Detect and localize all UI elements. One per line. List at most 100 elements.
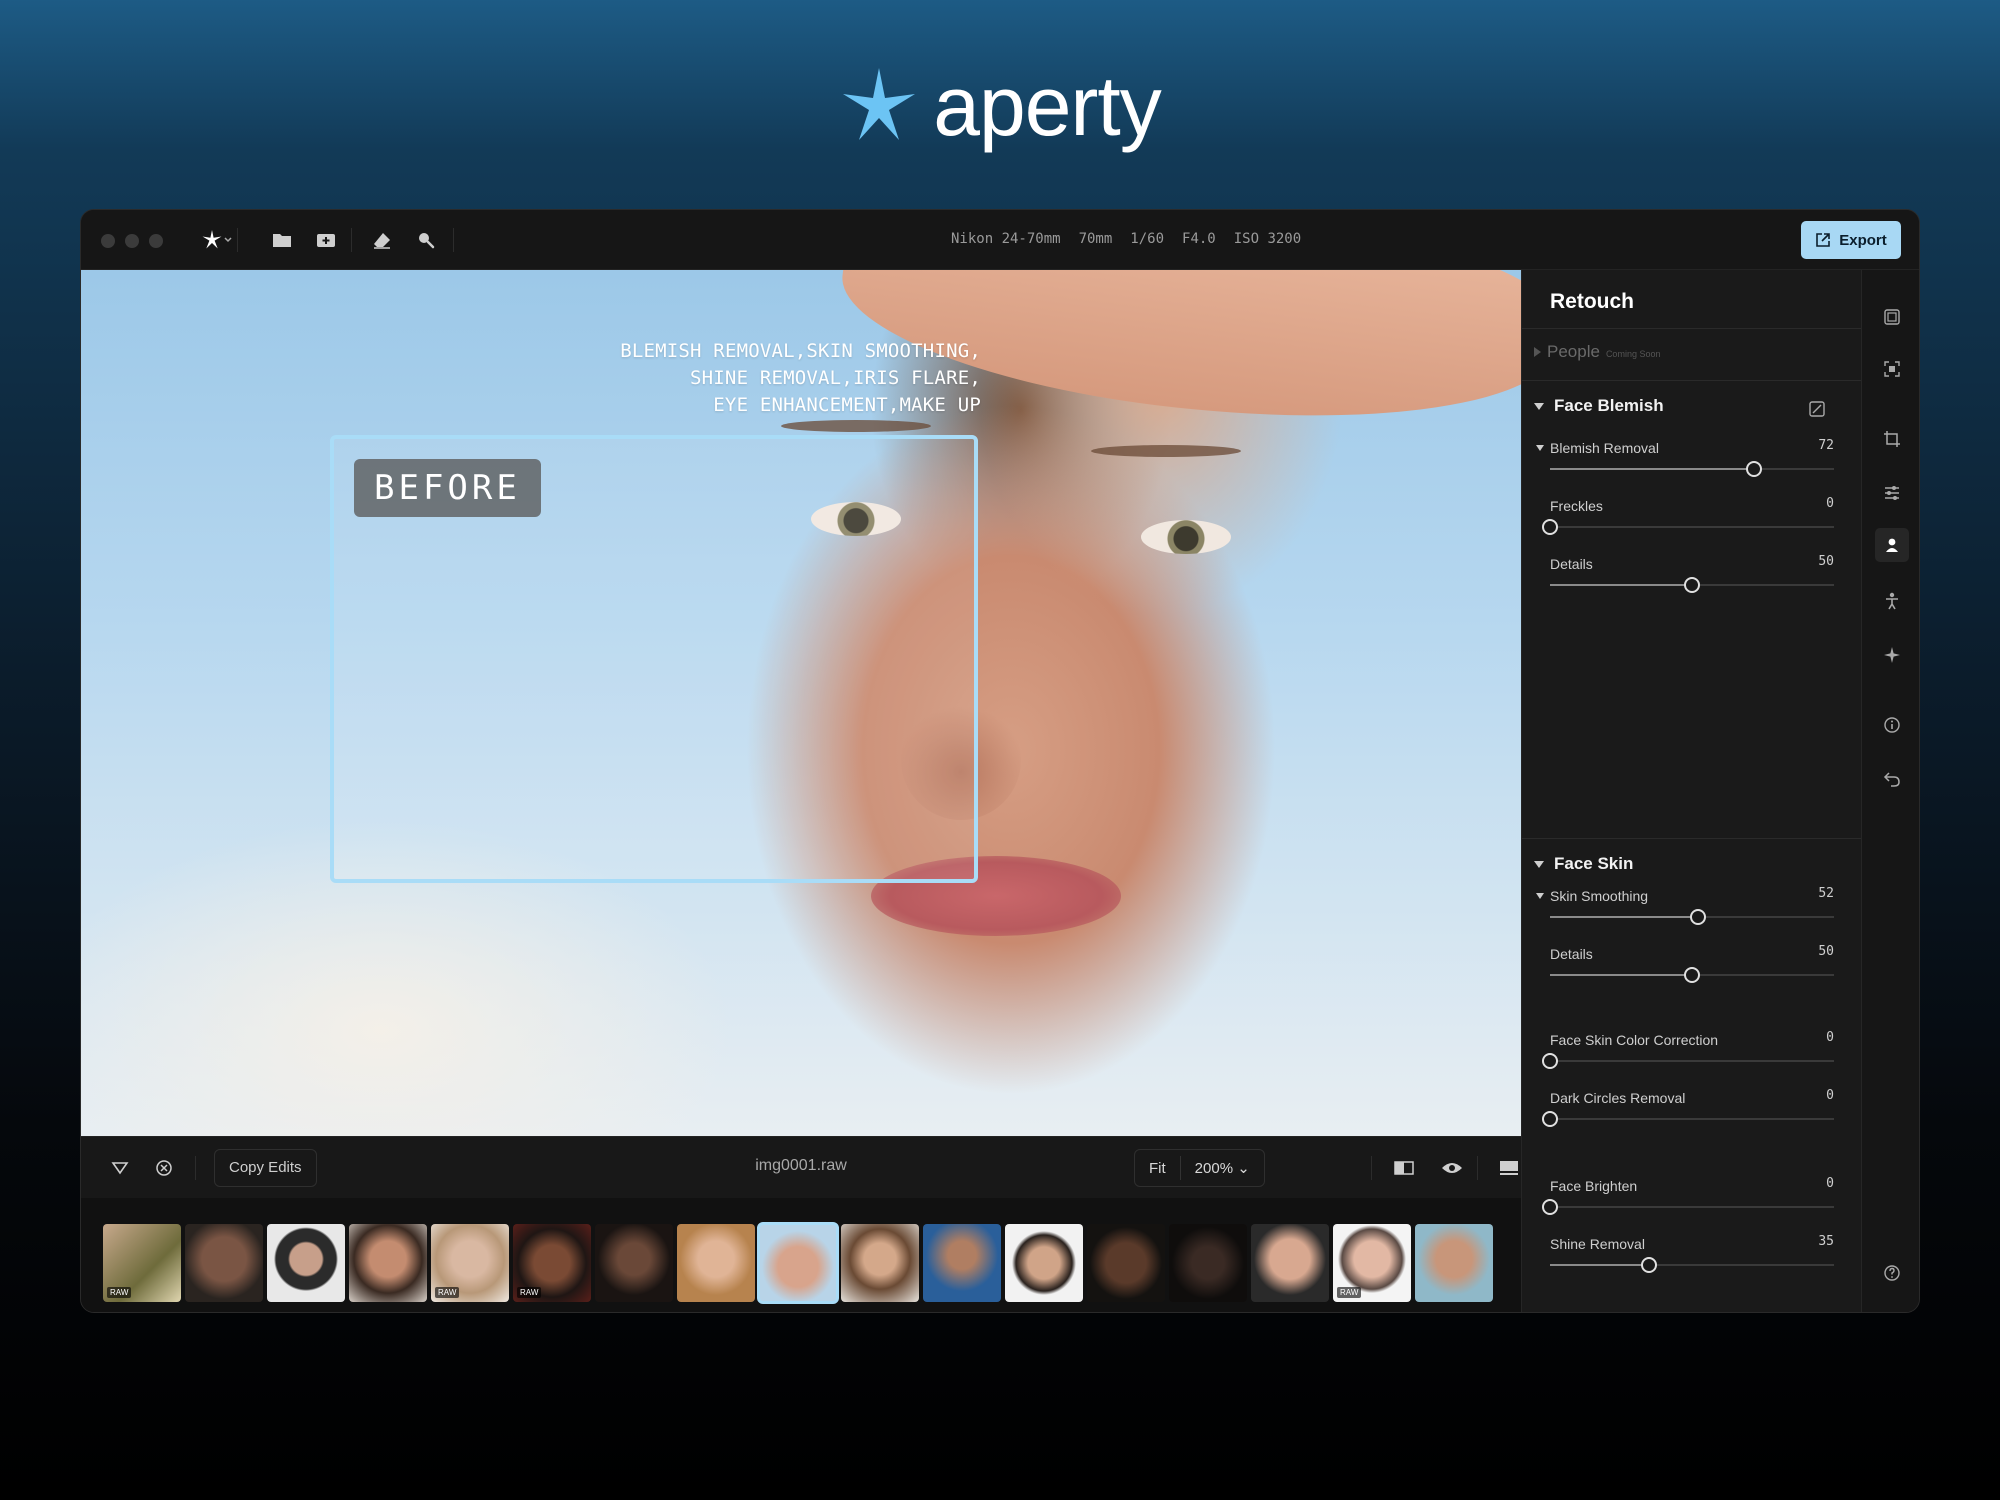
slider-face-skin-color-correction[interactable]: Face Skin Color Correction 0	[1542, 1030, 1834, 1076]
body-icon[interactable]	[1879, 588, 1905, 614]
slider-value: 50	[1818, 554, 1834, 569]
slider-value: 50	[1818, 944, 1834, 959]
slider-dark-circles-removal[interactable]: Dark Circles Removal 0	[1542, 1088, 1834, 1134]
feature-list-overlay: BLEMISH REMOVAL,SKIN SMOOTHING, SHINE RE…	[561, 338, 981, 419]
slider-label: Details	[1550, 946, 1593, 962]
thumbnail[interactable]	[267, 1224, 345, 1302]
slider-face-brighten[interactable]: Face Brighten 0	[1542, 1176, 1834, 1222]
thumbnail[interactable]	[1415, 1224, 1493, 1302]
panel-title: Retouch	[1550, 290, 1634, 313]
maximize-window-button[interactable]	[149, 234, 163, 248]
eraser-icon[interactable]	[369, 227, 395, 253]
help-icon[interactable]	[1879, 1260, 1905, 1286]
undo-icon[interactable]	[1879, 766, 1905, 792]
thumbnail[interactable]	[595, 1224, 673, 1302]
feature-line: EYE ENHANCEMENT,MAKE UP	[713, 394, 981, 416]
filmstrip-toggle-icon[interactable]	[1499, 1155, 1519, 1181]
app-window: Nikon 24-70mm 70mm 1/60 F4.0 ISO 3200 Ex…	[80, 209, 1920, 1313]
face-blemish-header[interactable]: Face Blemish	[1534, 396, 1664, 416]
lens-meta: Nikon 24-70mm	[951, 231, 1061, 247]
slider-knob[interactable]	[1542, 1111, 1558, 1127]
export-button[interactable]: Export	[1801, 221, 1901, 259]
before-label: BEFORE	[354, 459, 541, 517]
slider-knob[interactable]	[1684, 577, 1700, 593]
slider-label: Dark Circles Removal	[1550, 1090, 1686, 1106]
thumbnail-selected[interactable]	[757, 1222, 839, 1304]
import-icon[interactable]	[313, 227, 339, 253]
thumbnail[interactable]	[349, 1224, 427, 1302]
panel-divider	[1522, 328, 1861, 329]
slider-label: Skin Smoothing	[1535, 888, 1649, 904]
select-subject-icon[interactable]	[1879, 356, 1905, 382]
retouch-panel: Retouch People Coming Soon Face Blemish …	[1521, 270, 1861, 1312]
slider-knob[interactable]	[1641, 1257, 1658, 1273]
aperture-meta: F4.0	[1182, 231, 1216, 247]
people-section-header: People Coming Soon	[1534, 342, 1660, 362]
slider-freckles[interactable]: Freckles 0	[1542, 496, 1834, 542]
slider-track[interactable]	[1550, 1118, 1834, 1120]
slider-value: 35	[1818, 1234, 1834, 1249]
zoom-select[interactable]: 200% ⌄	[1181, 1159, 1264, 1177]
folder-icon[interactable]	[269, 227, 295, 253]
portrait-icon[interactable]	[1875, 528, 1909, 562]
slider-value: 52	[1818, 886, 1834, 901]
slider-blemish-removal[interactable]: Blemish Removal 72	[1536, 438, 1834, 484]
copy-edits-button[interactable]: Copy Edits	[214, 1149, 317, 1187]
reject-icon[interactable]	[151, 1155, 177, 1181]
sparkle-icon[interactable]	[1879, 642, 1905, 668]
slider-track[interactable]	[1550, 526, 1834, 528]
slider-track[interactable]	[1550, 1060, 1834, 1062]
thumbnail[interactable]: RAW	[513, 1224, 591, 1302]
tools-rail	[1861, 270, 1919, 1312]
thumbnail[interactable]	[185, 1224, 263, 1302]
thumbnail[interactable]	[1087, 1224, 1165, 1302]
slider-details[interactable]: Details 50	[1550, 554, 1834, 600]
slider-knob[interactable]	[1542, 1053, 1558, 1069]
bottom-toolbar: Copy Edits img0001.raw Fit 200% ⌄	[81, 1136, 1521, 1198]
toolbar-divider	[351, 228, 352, 252]
thumbnail[interactable]	[1005, 1224, 1083, 1302]
brand-header: aperty	[0, 56, 2000, 156]
thumbnail[interactable]: RAW	[103, 1224, 181, 1302]
fit-button[interactable]: Fit	[1135, 1160, 1180, 1177]
panel-divider	[1522, 380, 1861, 381]
slider-knob[interactable]	[1689, 909, 1706, 925]
adjust-icon[interactable]	[1879, 480, 1905, 506]
slider-knob[interactable]	[1542, 519, 1558, 535]
slider-knob[interactable]	[1746, 461, 1763, 477]
brush-edit-icon[interactable]	[1808, 400, 1826, 423]
info-icon[interactable]	[1879, 712, 1905, 738]
thumbnail[interactable]: RAW	[431, 1224, 509, 1302]
before-comparison-frame[interactable]: BEFORE	[330, 435, 978, 883]
raw-badge: RAW	[517, 1287, 542, 1298]
compare-split-icon[interactable]	[1391, 1155, 1417, 1181]
photo-brow-shape	[781, 420, 931, 432]
slider-shine-removal[interactable]: Shine Removal 35	[1550, 1234, 1834, 1280]
thumbnail[interactable]	[923, 1224, 1001, 1302]
thumbnail[interactable]	[1169, 1224, 1247, 1302]
slider-knob[interactable]	[1684, 967, 1700, 983]
thumbnail[interactable]	[841, 1224, 919, 1302]
filter-icon[interactable]	[107, 1155, 133, 1181]
zoom-search-icon[interactable]	[413, 227, 439, 253]
slider-label: Shine Removal	[1550, 1236, 1645, 1252]
thumbnail[interactable]	[1251, 1224, 1329, 1302]
chevron-down-icon[interactable]	[221, 227, 235, 253]
camera-metadata: Nikon 24-70mm 70mm 1/60 F4.0 ISO 3200	[951, 231, 1301, 247]
thumbnail[interactable]: RAW	[1333, 1224, 1411, 1302]
image-canvas[interactable]: BLEMISH REMOVAL,SKIN SMOOTHING, SHINE RE…	[81, 270, 1521, 1136]
slider-skin-smoothing[interactable]: Skin Smoothing 52	[1535, 886, 1834, 932]
preview-eye-icon[interactable]	[1439, 1155, 1465, 1181]
slider-details[interactable]: Details 50	[1550, 944, 1834, 990]
toolbar-divider	[195, 1156, 196, 1180]
slider-track[interactable]	[1550, 1206, 1834, 1208]
close-window-button[interactable]	[101, 234, 115, 248]
slider-knob[interactable]	[1542, 1199, 1558, 1215]
minimize-window-button[interactable]	[125, 234, 139, 248]
face-skin-header[interactable]: Face Skin	[1534, 854, 1633, 874]
slider-label: Freckles	[1550, 498, 1603, 514]
thumbnail[interactable]	[677, 1224, 755, 1302]
layers-icon[interactable]	[1879, 304, 1905, 330]
crop-icon[interactable]	[1879, 426, 1905, 452]
photo-brow-shape	[1091, 445, 1241, 457]
